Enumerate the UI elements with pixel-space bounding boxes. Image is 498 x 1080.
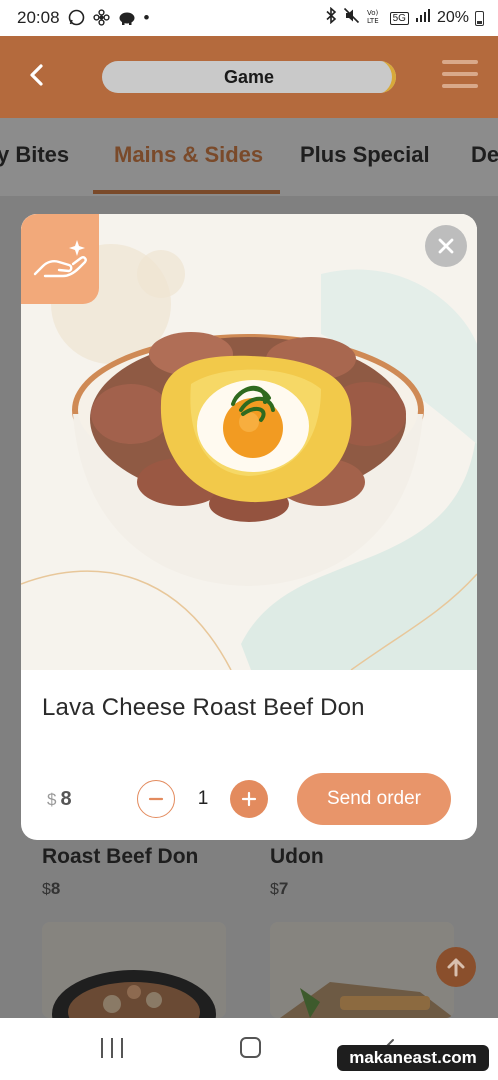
menu-item-name[interactable]: Roast Beef Don [42,845,198,869]
bluetooth-icon [325,6,337,29]
close-button[interactable] [425,225,467,267]
home-button[interactable] [240,1037,261,1058]
signal-icon [415,8,431,28]
notification-dot: • [143,8,150,27]
menu-item-image[interactable] [42,922,226,1018]
whatsapp-icon [68,9,85,28]
piggy-icon [118,10,136,27]
recents-button[interactable] [101,1038,123,1058]
mute-icon [343,7,360,29]
tab-desserts[interactable]: De [471,142,498,168]
decrease-quantity-button[interactable] [137,780,175,818]
battery-icon [475,10,484,26]
item-detail-modal: Lava Cheese Roast Beef Don $ 8 1 Send or… [21,214,477,840]
price-value: 8 [60,788,72,810]
status-bar: 20:08 • Vo) LTE 5G 20% [0,0,498,36]
send-order-button[interactable]: Send order [297,773,451,825]
tab-plus-special[interactable]: Plus Special [300,142,430,168]
menu-item-price: $8 [42,879,61,898]
pinwheel-icon [92,8,110,28]
increase-quantity-button[interactable] [230,780,268,818]
menu-item-price: $7 [270,879,289,898]
scroll-to-top-button[interactable] [436,947,476,987]
svg-text:Vo): Vo) [367,9,379,17]
volte-icon: Vo) LTE [366,7,384,29]
currency-symbol: $ [47,790,57,809]
menu-item-name[interactable]: Udon [270,845,324,869]
tab-mains-sides[interactable]: Mains & Sides [114,142,263,168]
status-time: 20:08 [17,8,60,27]
hamburger-menu-icon [442,60,478,64]
battery-percent: 20% [436,9,469,26]
hand-sparkle-icon [33,240,87,278]
tab-bites[interactable]: y Bites [0,142,69,168]
close-icon [438,238,454,254]
serve-badge [21,214,99,304]
item-price: $ 8 [47,788,72,811]
menu-button[interactable] [442,60,478,88]
quantity-value: 1 [197,788,209,809]
back-button[interactable] [22,60,52,90]
page-title: Game [102,61,396,93]
minus-icon [148,797,164,801]
network-badge: 5G [389,11,409,25]
svg-text:LTE: LTE [367,17,379,24]
app-header: Game [0,36,498,118]
watermark: makaneast.com [337,1045,489,1071]
item-title: Lava Cheese Roast Beef Don [42,694,365,721]
category-tabs: y Bites Mains & Sides Plus Special De [0,118,498,196]
chevron-left-icon [30,64,43,86]
arrow-up-icon [447,958,465,977]
plus-icon [241,791,257,807]
menu-item-image[interactable] [270,922,454,1018]
active-tab-indicator [93,190,280,194]
